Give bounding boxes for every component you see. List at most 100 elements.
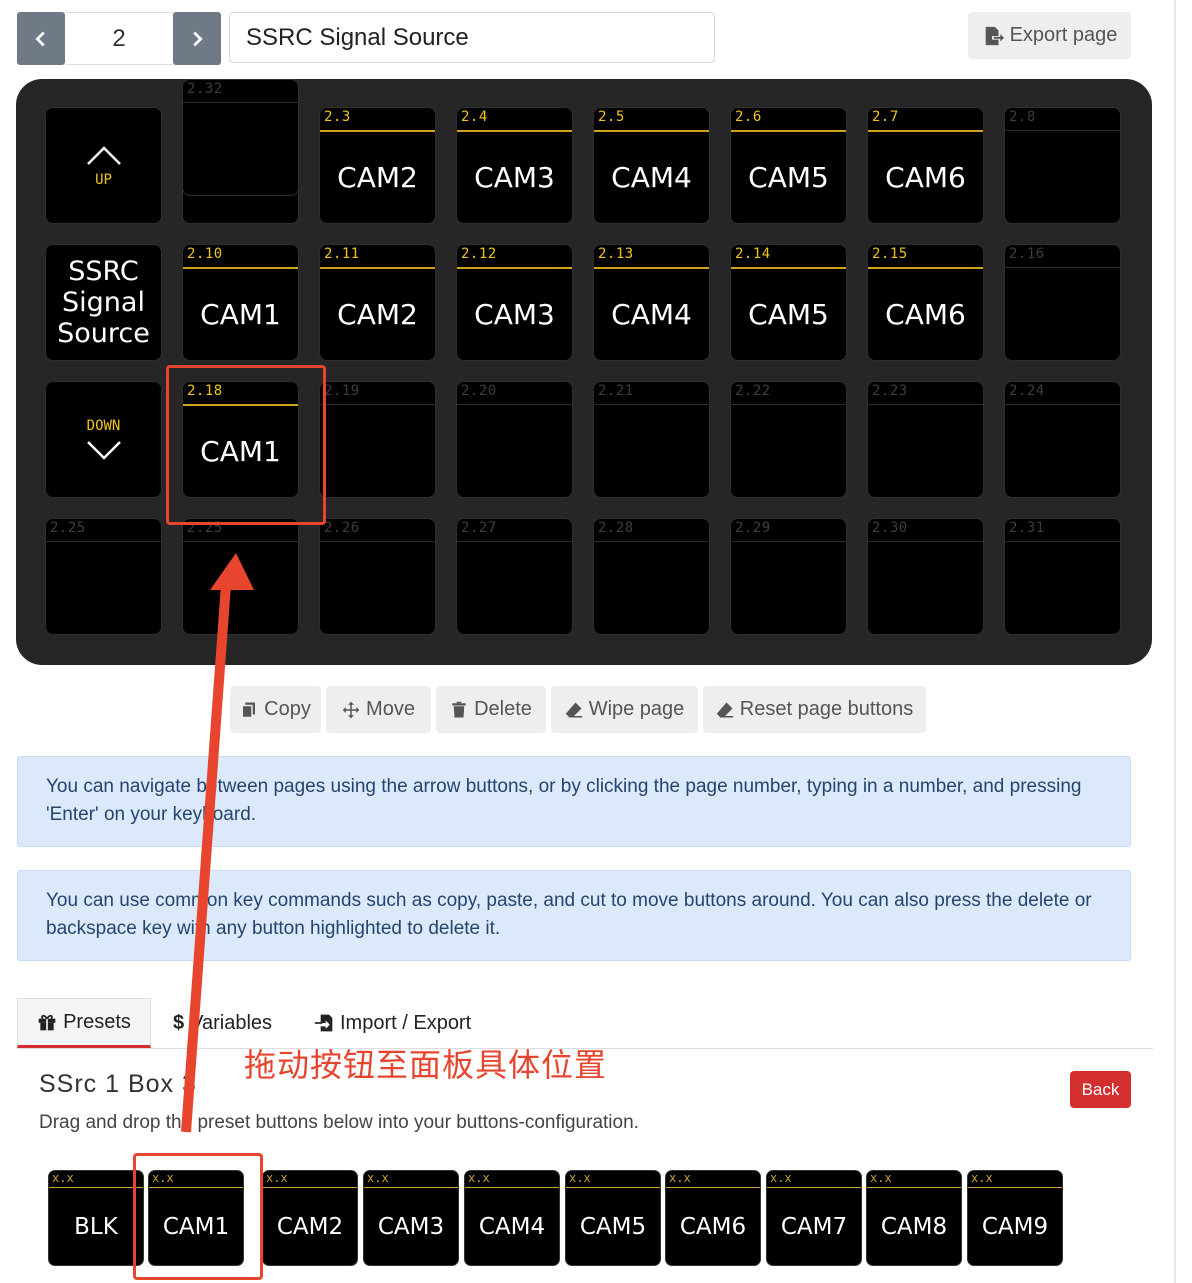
key-divider bbox=[731, 541, 846, 542]
grid-key-2.24[interactable]: 2.24 bbox=[1004, 381, 1121, 498]
grid-key-2.12[interactable]: 2.12 CAM3 bbox=[456, 244, 573, 361]
grid-key-2.14[interactable]: 2.14 CAM5 bbox=[730, 244, 847, 361]
key-divider bbox=[868, 541, 983, 542]
tab-presets[interactable]: Presets bbox=[17, 998, 151, 1048]
page-up-key[interactable]: UP bbox=[45, 107, 162, 224]
key-index-label: 2.7 bbox=[872, 109, 899, 125]
page-name-input[interactable]: SSRC Signal Source bbox=[229, 12, 715, 63]
back-button[interactable]: Back bbox=[1070, 1071, 1131, 1108]
grid-key-2.19[interactable]: 2.19 bbox=[319, 381, 436, 498]
title-line-1: SSRC bbox=[68, 256, 139, 287]
key-index-label: 2.16 bbox=[1009, 246, 1045, 262]
key-text: CAM5 bbox=[748, 298, 829, 331]
grid-key-2.6[interactable]: 2.6 CAM5 bbox=[730, 107, 847, 224]
preset-button-cam2[interactable]: x.x CAM2 bbox=[262, 1170, 358, 1266]
key-divider bbox=[457, 541, 572, 542]
grid-key-2.30[interactable]: 2.30 bbox=[867, 518, 984, 635]
key-divider bbox=[731, 404, 846, 405]
move-arrows-icon bbox=[342, 701, 360, 718]
copy-label: Copy bbox=[264, 698, 311, 720]
navigation-help-text: You can navigate between pages using the… bbox=[46, 776, 1082, 825]
preset-button-cam3[interactable]: x.x CAM3 bbox=[363, 1170, 459, 1266]
title-line-3: Source bbox=[57, 318, 150, 349]
grid-key-2.23[interactable]: 2.23 bbox=[867, 381, 984, 498]
grid-key-2.29[interactable]: 2.29 bbox=[730, 518, 847, 635]
preset-button-cam4[interactable]: x.x CAM4 bbox=[464, 1170, 560, 1266]
preset-button-cam6[interactable]: x.x CAM6 bbox=[665, 1170, 761, 1266]
grid-key-2.27[interactable]: 2.27 bbox=[456, 518, 573, 635]
preset-button-cam8[interactable]: x.x CAM8 bbox=[866, 1170, 962, 1266]
trash-icon bbox=[452, 701, 466, 717]
key-divider bbox=[868, 404, 983, 405]
key-divider bbox=[594, 404, 709, 405]
key-text: CAM2 bbox=[337, 161, 418, 194]
move-button[interactable]: Move bbox=[326, 686, 431, 733]
key-divider bbox=[594, 541, 709, 542]
copy-icon bbox=[241, 702, 256, 718]
page-number-input[interactable]: 2 bbox=[65, 12, 173, 65]
preset-key-text: BLK bbox=[74, 1213, 118, 1240]
reset-page-buttons-button[interactable]: Reset page buttons bbox=[703, 686, 926, 733]
preset-key-index: x.x bbox=[870, 1171, 892, 1185]
key-commands-help-text: You can use common key commands such as … bbox=[46, 890, 1092, 939]
preset-button-blk[interactable]: x.x BLK bbox=[48, 1170, 144, 1266]
key-index-label: 2.13 bbox=[598, 246, 634, 262]
key-divider bbox=[46, 541, 161, 542]
preset-button-cam7[interactable]: x.x CAM7 bbox=[766, 1170, 862, 1266]
page-title-key[interactable]: SSRC Signal Source bbox=[45, 244, 162, 361]
preset-button-cam9[interactable]: x.x CAM9 bbox=[967, 1170, 1063, 1266]
key-index-label: 2.30 bbox=[872, 520, 908, 536]
grid-key-2.15[interactable]: 2.15 CAM6 bbox=[867, 244, 984, 361]
page-down-key[interactable]: DOWN bbox=[45, 381, 162, 498]
preset-key-text: CAM2 bbox=[276, 1213, 344, 1240]
key-text: CAM5 bbox=[748, 161, 829, 194]
grid-key-2.25[interactable]: 2.25 bbox=[45, 518, 162, 635]
chevron-up-icon bbox=[86, 145, 121, 165]
drag-arrow-shaft bbox=[181, 584, 231, 1133]
grid-key-2.7[interactable]: 2.7 CAM6 bbox=[867, 107, 984, 224]
key-index-label: 2.32 bbox=[187, 81, 223, 97]
preset-group-title: SSrc 1 Box 3 bbox=[39, 1070, 197, 1098]
copy-button[interactable]: Copy bbox=[230, 686, 321, 733]
drag-instruction-annotation: 拖动按钮至面板具体位置 bbox=[244, 1046, 608, 1084]
grid-key-2.26[interactable]: 2.26 bbox=[319, 518, 436, 635]
grid-key-2.25[interactable]: 2.25 bbox=[182, 518, 299, 635]
next-page-button[interactable] bbox=[173, 12, 221, 65]
preset-button-cam5[interactable]: x.x CAM5 bbox=[565, 1170, 661, 1266]
key-index-label: 2.12 bbox=[461, 246, 497, 262]
grid-key-2.8[interactable]: 2.8 bbox=[1004, 107, 1121, 224]
grid-key-2.31[interactable]: 2.31 bbox=[1004, 518, 1121, 635]
wipe-page-button[interactable]: Wipe page bbox=[551, 686, 698, 733]
key-index-label: 2.11 bbox=[324, 246, 360, 262]
grid-key-2.4[interactable]: 2.4 CAM3 bbox=[456, 107, 573, 224]
grid-key-2.32[interactable]: 2.32 bbox=[182, 79, 299, 196]
wipe-page-label: Wipe page bbox=[588, 698, 685, 720]
move-label: Move bbox=[366, 698, 415, 720]
grid-key-2.5[interactable]: 2.5 CAM4 bbox=[593, 107, 710, 224]
key-index-label: 2.20 bbox=[461, 383, 497, 399]
grid-key-2.21[interactable]: 2.21 bbox=[593, 381, 710, 498]
export-page-label: Export page bbox=[1009, 24, 1118, 46]
grid-key-2.22[interactable]: 2.22 bbox=[730, 381, 847, 498]
delete-button[interactable]: Delete bbox=[436, 686, 546, 733]
preset-key-text: CAM3 bbox=[377, 1213, 445, 1240]
key-index-label: 2.14 bbox=[735, 246, 771, 262]
tab-presets-label: Presets bbox=[63, 1010, 131, 1033]
key-divider bbox=[1005, 267, 1120, 268]
grid-key-2.3[interactable]: 2.3 CAM2 bbox=[319, 107, 436, 224]
key-divider bbox=[320, 541, 435, 542]
key-index-label: 2.25 bbox=[50, 520, 86, 536]
delete-label: Delete bbox=[474, 698, 532, 720]
key-index-label: 2.22 bbox=[735, 383, 771, 399]
grid-key-2.11[interactable]: 2.11 CAM2 bbox=[319, 244, 436, 361]
grid-key-2.13[interactable]: 2.13 CAM4 bbox=[593, 244, 710, 361]
export-page-button[interactable]: Export page bbox=[968, 12, 1131, 59]
grid-key-2.20[interactable]: 2.20 bbox=[456, 381, 573, 498]
grid-key-2.10[interactable]: 2.10 CAM1 bbox=[182, 244, 299, 361]
eraser-icon bbox=[716, 702, 734, 717]
grid-key-2.28[interactable]: 2.28 bbox=[593, 518, 710, 635]
key-divider bbox=[183, 102, 298, 103]
grid-key-2.16[interactable]: 2.16 bbox=[1004, 244, 1121, 361]
preset-key-index: x.x bbox=[52, 1171, 74, 1185]
prev-page-button[interactable] bbox=[17, 12, 65, 65]
